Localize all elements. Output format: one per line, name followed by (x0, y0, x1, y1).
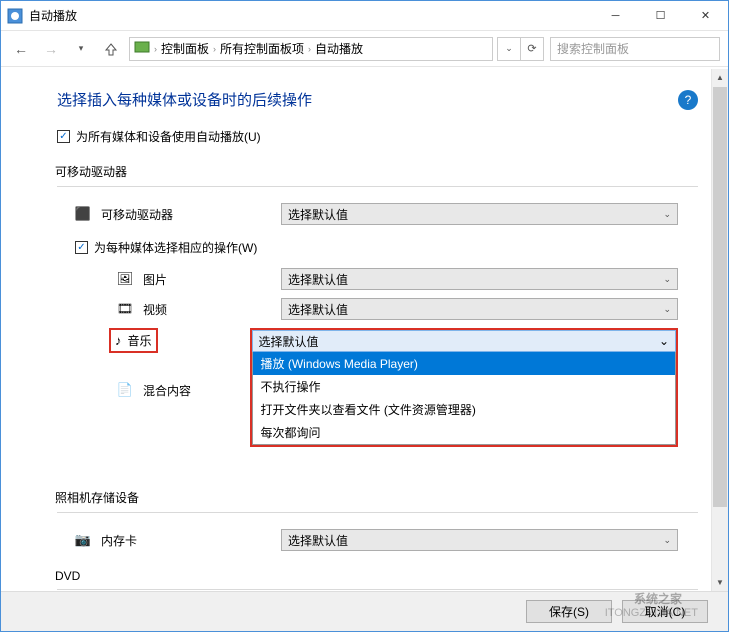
minimize-button[interactable]: ─ (593, 1, 638, 31)
divider (57, 589, 698, 590)
pictures-combo[interactable]: 选择默认值 ⌄ (281, 268, 678, 290)
use-autoplay-checkbox[interactable]: ✓ (57, 130, 70, 143)
chevron-down-icon: ⌄ (663, 304, 671, 315)
scroll-up-arrow[interactable]: ▲ (712, 69, 728, 86)
search-input[interactable]: 搜索控制面板 (550, 37, 720, 61)
breadcrumb[interactable]: 所有控制面板项 (220, 40, 304, 57)
footer-bar: 保存(S) 取消(C) (1, 591, 728, 631)
chevron-down-icon: ⌄ (663, 274, 671, 285)
scroll-down-arrow[interactable]: ▼ (712, 574, 728, 591)
breadcrumb[interactable]: 自动播放 (315, 40, 363, 57)
up-button[interactable] (99, 37, 123, 61)
section-dvd-title: DVD (55, 569, 698, 583)
chevron-down-icon: ⌄ (659, 334, 669, 348)
video-combo[interactable]: 选择默认值 ⌄ (281, 298, 678, 320)
video-icon: 🎞 (117, 301, 133, 317)
history-dropdown[interactable]: ▾ (69, 37, 93, 61)
app-icon (7, 8, 23, 24)
removable-drive-label: 可移动驱动器 (101, 206, 281, 223)
music-combo[interactable]: 选择默认值 ⌄ (252, 330, 676, 352)
chevron-down-icon: ⌄ (663, 535, 671, 546)
save-button[interactable]: 保存(S) (526, 600, 612, 623)
camera-icon: 📷 (75, 532, 91, 548)
dropdown-option[interactable]: 不执行操作 (253, 375, 675, 398)
vertical-scrollbar[interactable]: ▲ ▼ (711, 69, 728, 591)
dropdown-option[interactable]: 打开文件夹以查看文件 (文件资源管理器) (253, 398, 675, 421)
music-row-highlight: ♪ 音乐 (109, 328, 158, 353)
choose-each-label: 为每种媒体选择相应的操作(W) (94, 239, 257, 256)
forward-button[interactable]: → (39, 37, 63, 61)
choose-each-checkbox[interactable]: ✓ (75, 241, 88, 254)
chevron-right-icon: › (154, 44, 157, 54)
back-button[interactable]: ← (9, 37, 33, 61)
maximize-button[interactable]: ☐ (638, 1, 683, 31)
dropdown-option[interactable]: 每次都询问 (253, 421, 675, 444)
memory-card-combo[interactable]: 选择默认值 ⌄ (281, 529, 678, 551)
section-removable-title: 可移动驱动器 (55, 163, 698, 180)
nav-toolbar: ← → ▾ › 控制面板 › 所有控制面板项 › 自动播放 ⌄ ⟳ 搜索控制面板 (1, 31, 728, 67)
chevron-down-icon: ⌄ (663, 209, 671, 220)
music-label: 音乐 (128, 332, 152, 349)
section-camera-title: 照相机存储设备 (55, 489, 698, 506)
drive-icon: ⬛ (75, 206, 91, 222)
music-icon: ♪ (115, 333, 122, 348)
removable-drive-combo[interactable]: 选择默认值 ⌄ (281, 203, 678, 225)
dropdown-option[interactable]: 播放 (Windows Media Player) (253, 352, 675, 375)
refresh-button[interactable]: ⟳ (520, 37, 544, 61)
help-icon[interactable]: ? (678, 90, 698, 110)
pictures-label: 图片 (143, 271, 281, 288)
divider (57, 186, 698, 187)
window-title: 自动播放 (29, 7, 593, 24)
chevron-right-icon: › (213, 44, 216, 54)
music-dropdown-list: 播放 (Windows Media Player) 不执行操作 打开文件夹以查看… (252, 352, 676, 445)
chevron-right-icon: › (308, 44, 311, 54)
close-button[interactable]: ✕ (683, 1, 728, 31)
address-bar[interactable]: › 控制面板 › 所有控制面板项 › 自动播放 (129, 37, 493, 61)
address-dropdown-button[interactable]: ⌄ (497, 37, 521, 61)
cpl-icon (134, 39, 150, 58)
scroll-thumb[interactable] (713, 87, 727, 507)
use-autoplay-label: 为所有媒体和设备使用自动播放(U) (76, 128, 261, 145)
content-pane: 选择插入每种媒体或设备时的后续操作 ? ✓ 为所有媒体和设备使用自动播放(U) … (1, 69, 710, 591)
window-titlebar: 自动播放 ─ ☐ ✕ (1, 1, 728, 31)
music-dropdown-highlight: 选择默认值 ⌄ 播放 (Windows Media Player) 不执行操作 … (250, 328, 678, 447)
picture-icon: 🖼 (117, 271, 133, 287)
video-label: 视频 (143, 301, 281, 318)
mixed-icon: 📄 (117, 382, 133, 398)
divider (57, 512, 698, 513)
breadcrumb[interactable]: 控制面板 (161, 40, 209, 57)
page-heading: 选择插入每种媒体或设备时的后续操作 (57, 89, 312, 110)
memory-card-label: 内存卡 (101, 532, 281, 549)
cancel-button[interactable]: 取消(C) (622, 600, 708, 623)
